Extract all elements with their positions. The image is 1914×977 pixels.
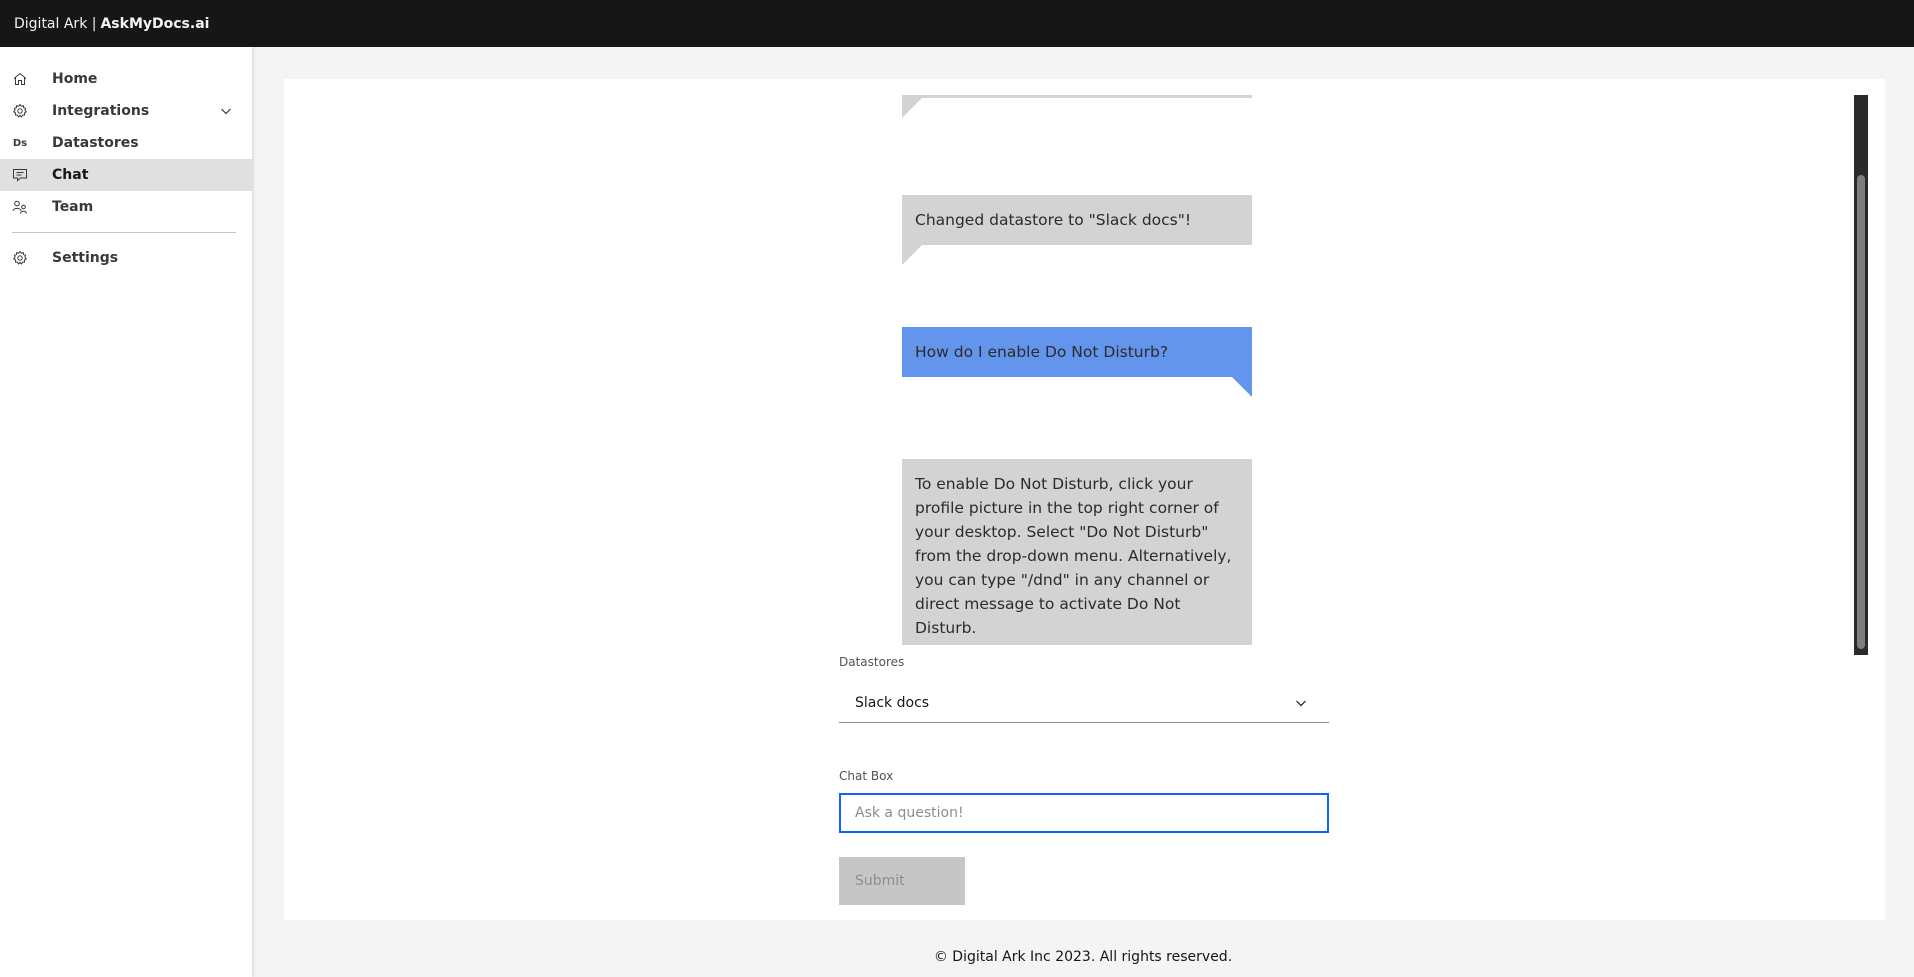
chat-message-bot: [902, 95, 1252, 118]
sidebar-item-settings[interactable]: Settings: [0, 242, 252, 274]
chat-input[interactable]: [839, 793, 1329, 833]
sidebar: Home Integrations Ds Datastores Chat Tea…: [0, 47, 252, 977]
sidebar-item-integrations[interactable]: Integrations: [0, 95, 252, 127]
chat-message-bot: Changed datastore to "Slack docs"!: [902, 195, 1252, 265]
sidebar-item-label: Datastores: [52, 135, 139, 151]
datastores-label: Datastores: [839, 655, 905, 669]
team-icon: [12, 199, 28, 215]
sidebar-divider: [12, 232, 236, 233]
sidebar-item-label: Home: [52, 71, 98, 87]
scrollbar-thumb[interactable]: [1857, 175, 1865, 649]
chatbox-label: Chat Box: [839, 769, 894, 783]
sidebar-item-label: Chat: [52, 167, 89, 183]
sidebar-item-datastores[interactable]: Ds Datastores: [0, 127, 252, 159]
gear-icon: [12, 103, 28, 119]
message-text: Changed datastore to "Slack docs"!: [915, 211, 1192, 229]
message-list: Changed datastore to "Slack docs"! How d…: [284, 95, 1885, 645]
sidebar-item-team[interactable]: Team: [0, 191, 252, 223]
header-prefix: Digital Ark |: [14, 15, 97, 32]
chat-message-user: How do I enable Do Not Disturb?: [902, 327, 1252, 397]
submit-button[interactable]: Submit: [839, 857, 965, 905]
message-text: How do I enable Do Not Disturb?: [915, 343, 1169, 361]
sidebar-item-chat[interactable]: Chat: [0, 159, 252, 191]
ds-icon: Ds: [12, 137, 28, 149]
chevron-down-icon: [1293, 695, 1309, 711]
brand-name[interactable]: AskMyDocs.ai: [100, 16, 209, 32]
sidebar-item-label: Team: [52, 199, 94, 215]
sidebar-item-home[interactable]: Home: [0, 63, 252, 95]
top-header: Digital Ark | AskMyDocs.ai: [0, 0, 1914, 47]
sidebar-item-label: Integrations: [52, 103, 150, 119]
message-text: To enable Do Not Disturb, click your pro…: [915, 475, 1232, 637]
datastore-selected-value: Slack docs: [855, 694, 930, 711]
message-scrollbar[interactable]: [1854, 95, 1868, 655]
chat-panel: Changed datastore to "Slack docs"! How d…: [284, 79, 1885, 920]
home-icon: [12, 71, 28, 87]
footer-copyright: © Digital Ark Inc 2023. All rights reser…: [933, 949, 1233, 965]
sidebar-item-label: Settings: [52, 250, 119, 266]
datastore-select[interactable]: Slack docs: [839, 683, 1329, 723]
chevron-down-icon[interactable]: [218, 103, 234, 119]
gear-icon: [12, 250, 28, 266]
chat-icon: [12, 167, 28, 183]
chat-message-bot: To enable Do Not Disturb, click your pro…: [902, 459, 1252, 645]
